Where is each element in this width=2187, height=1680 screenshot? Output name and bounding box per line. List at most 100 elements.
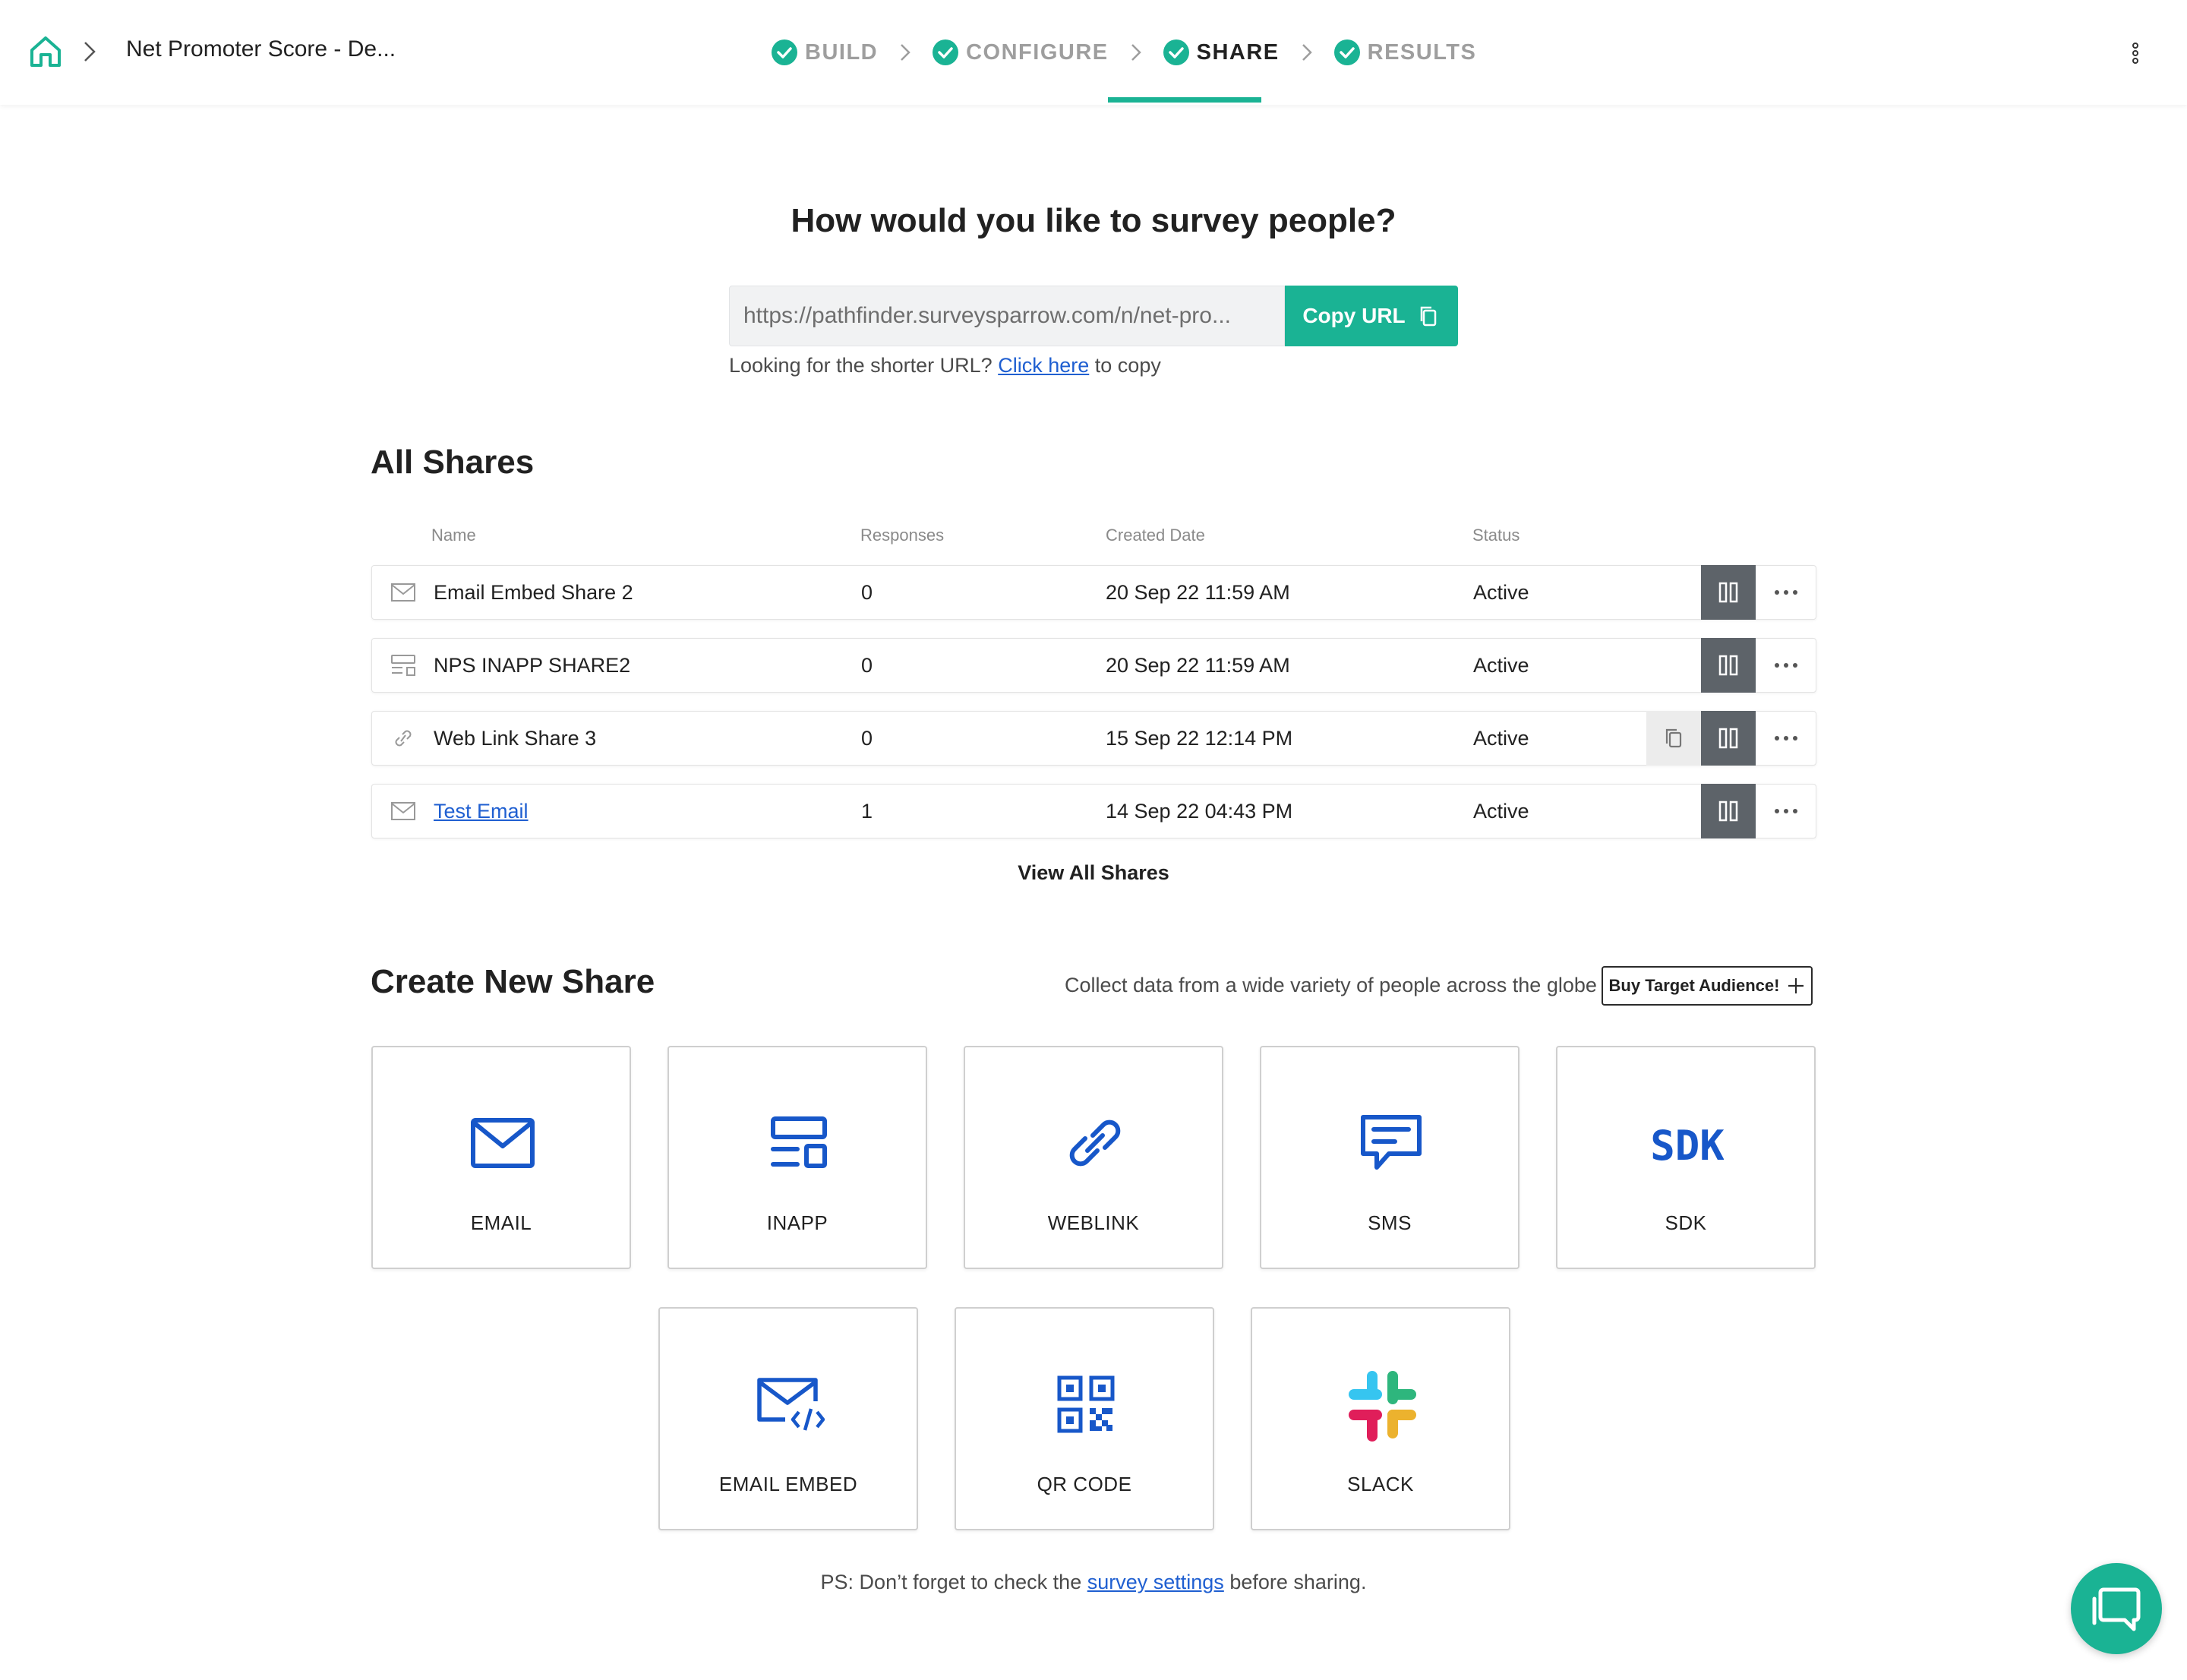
copy-link-button[interactable] <box>1646 711 1701 766</box>
pause-icon <box>1718 801 1738 822</box>
inapp-icon <box>391 655 415 676</box>
top-bar: Net Promoter Score - De... BUILD CONFIGU… <box>0 0 2187 105</box>
share-row[interactable]: Email Embed Share 2 0 20 Sep 22 11:59 AM… <box>371 565 1816 620</box>
share-name: Email Embed Share 2 <box>434 581 633 604</box>
page-title: How would you like to survey people? <box>791 202 1396 239</box>
sdk-icon: SDK <box>1651 1122 1724 1166</box>
share-status: Active <box>1473 654 1529 677</box>
card-label: INAPP <box>766 1211 828 1234</box>
step-label: SHARE <box>1196 39 1280 65</box>
survey-settings-link[interactable]: survey settings <box>1087 1571 1224 1593</box>
share-card-email-embed[interactable]: EMAIL EMBED <box>658 1307 918 1530</box>
link-icon <box>1069 1119 1121 1167</box>
step-navigation: BUILD CONFIGURE SHARE RESULTS <box>772 33 1476 71</box>
collect-data-text: Collect data from a wide variety of peop… <box>1065 974 1597 996</box>
pause-share-button[interactable] <box>1701 784 1756 838</box>
card-label: QR CODE <box>1037 1473 1132 1495</box>
link-icon <box>395 730 412 747</box>
share-card-inapp[interactable]: INAPP <box>667 1046 927 1269</box>
chat-support-button[interactable] <box>2071 1563 2162 1654</box>
step-label: BUILD <box>805 39 879 65</box>
pause-share-button[interactable] <box>1701 638 1756 693</box>
hint-text: to copy <box>1094 354 1161 377</box>
column-header-status: Status <box>1472 526 1520 545</box>
email-icon <box>391 583 415 602</box>
card-label: WEBLINK <box>1047 1211 1140 1234</box>
share-card-sms[interactable]: SMS <box>1260 1046 1520 1269</box>
pause-icon <box>1718 728 1738 749</box>
all-shares-title: All Shares <box>371 444 535 481</box>
row-more-button[interactable] <box>1756 785 1816 838</box>
view-all-shares-link[interactable]: View All Shares <box>0 861 2187 885</box>
survey-settings-reminder: PS: Don’t forget to check the survey set… <box>0 1571 2187 1594</box>
more-horizontal-icon <box>1775 809 1797 813</box>
survey-title[interactable]: Net Promoter Score - De... <box>126 36 396 62</box>
card-icon-wrap <box>1344 1371 1420 1442</box>
row-more-button[interactable] <box>1756 566 1816 619</box>
qr-code-icon <box>1057 1375 1115 1433</box>
sdk-icon-text: SDK <box>1651 1122 1724 1166</box>
share-responses: 0 <box>861 581 873 604</box>
share-card-weblink[interactable]: WEBLINK <box>964 1046 1223 1269</box>
chevron-right-icon <box>901 44 910 61</box>
ps-text: PS: Don’t forget to check the <box>820 1571 1082 1593</box>
share-row[interactable]: Test Email 1 14 Sep 22 04:43 PM Active <box>371 784 1816 838</box>
share-row[interactable]: Web Link Share 3 0 15 Sep 22 12:14 PM Ac… <box>371 711 1816 766</box>
step-share[interactable]: SHARE <box>1163 33 1280 71</box>
step-build[interactable]: BUILD <box>772 33 878 71</box>
active-step-indicator <box>1108 97 1261 103</box>
click-here-link[interactable]: Click here <box>998 354 1089 377</box>
step-configure[interactable]: CONFIGURE <box>933 33 1109 71</box>
column-header-name: Name <box>431 526 476 545</box>
row-more-button[interactable] <box>1756 639 1816 692</box>
more-vertical-icon[interactable] <box>2126 39 2144 67</box>
card-icon-wrap <box>465 1111 541 1175</box>
more-horizontal-icon <box>1775 590 1797 595</box>
share-created-date: 14 Sep 22 04:43 PM <box>1106 800 1293 823</box>
chevron-right-icon <box>84 42 96 62</box>
share-card-qr-code[interactable]: QR CODE <box>955 1307 1214 1530</box>
sms-icon <box>1361 1115 1422 1170</box>
copy-url-button[interactable]: Copy URL <box>1285 286 1458 346</box>
survey-url-field[interactable] <box>729 286 1285 346</box>
step-label: RESULTS <box>1367 39 1477 65</box>
pause-share-button[interactable] <box>1701 711 1756 766</box>
buy-target-audience-label: Buy Target Audience! <box>1608 976 1780 995</box>
share-card-sdk[interactable]: SDK SDK <box>1556 1046 1816 1269</box>
share-status: Active <box>1473 581 1529 604</box>
plus-icon <box>1788 978 1804 993</box>
home-icon[interactable] <box>27 33 64 70</box>
check-circle-icon <box>1333 39 1360 65</box>
share-status: Active <box>1473 800 1529 823</box>
column-header-responses: Responses <box>860 526 945 545</box>
share-row[interactable]: NPS INAPP SHARE2 0 20 Sep 22 11:59 AM Ac… <box>371 638 1816 693</box>
column-header-created: Created Date <box>1106 526 1205 545</box>
share-card-slack[interactable]: SLACK <box>1251 1307 1510 1530</box>
copy-icon <box>1420 306 1436 327</box>
chevron-right-icon <box>1131 44 1141 61</box>
card-label: EMAIL <box>470 1211 532 1234</box>
card-icon-wrap: SDK <box>1649 1111 1725 1175</box>
pause-icon <box>1718 655 1738 676</box>
card-label: EMAIL EMBED <box>718 1473 858 1495</box>
share-card-email[interactable]: EMAIL <box>371 1046 631 1269</box>
email-icon <box>471 1118 535 1168</box>
card-label: SDK <box>1665 1211 1707 1234</box>
step-results[interactable]: RESULTS <box>1333 33 1477 71</box>
card-label: SMS <box>1368 1211 1412 1234</box>
chat-bubble-icon <box>2092 1587 2141 1631</box>
create-share-title: Create New Share <box>371 963 655 1000</box>
card-label: SLACK <box>1347 1473 1414 1495</box>
slack-icon <box>1349 1371 1416 1442</box>
share-created-date: 20 Sep 22 11:59 AM <box>1106 581 1290 604</box>
card-icon-wrap <box>761 1111 837 1175</box>
more-horizontal-icon <box>1775 736 1797 741</box>
email-embed-icon <box>757 1378 825 1431</box>
buy-target-audience-button[interactable]: Buy Target Audience! <box>1602 966 1813 1006</box>
share-name-link[interactable]: Test Email <box>434 800 529 823</box>
row-more-button[interactable] <box>1756 712 1816 765</box>
pause-share-button[interactable] <box>1701 565 1756 620</box>
pause-icon <box>1718 582 1738 603</box>
more-horizontal-icon <box>1775 663 1797 668</box>
card-icon-wrap <box>1057 1111 1133 1175</box>
